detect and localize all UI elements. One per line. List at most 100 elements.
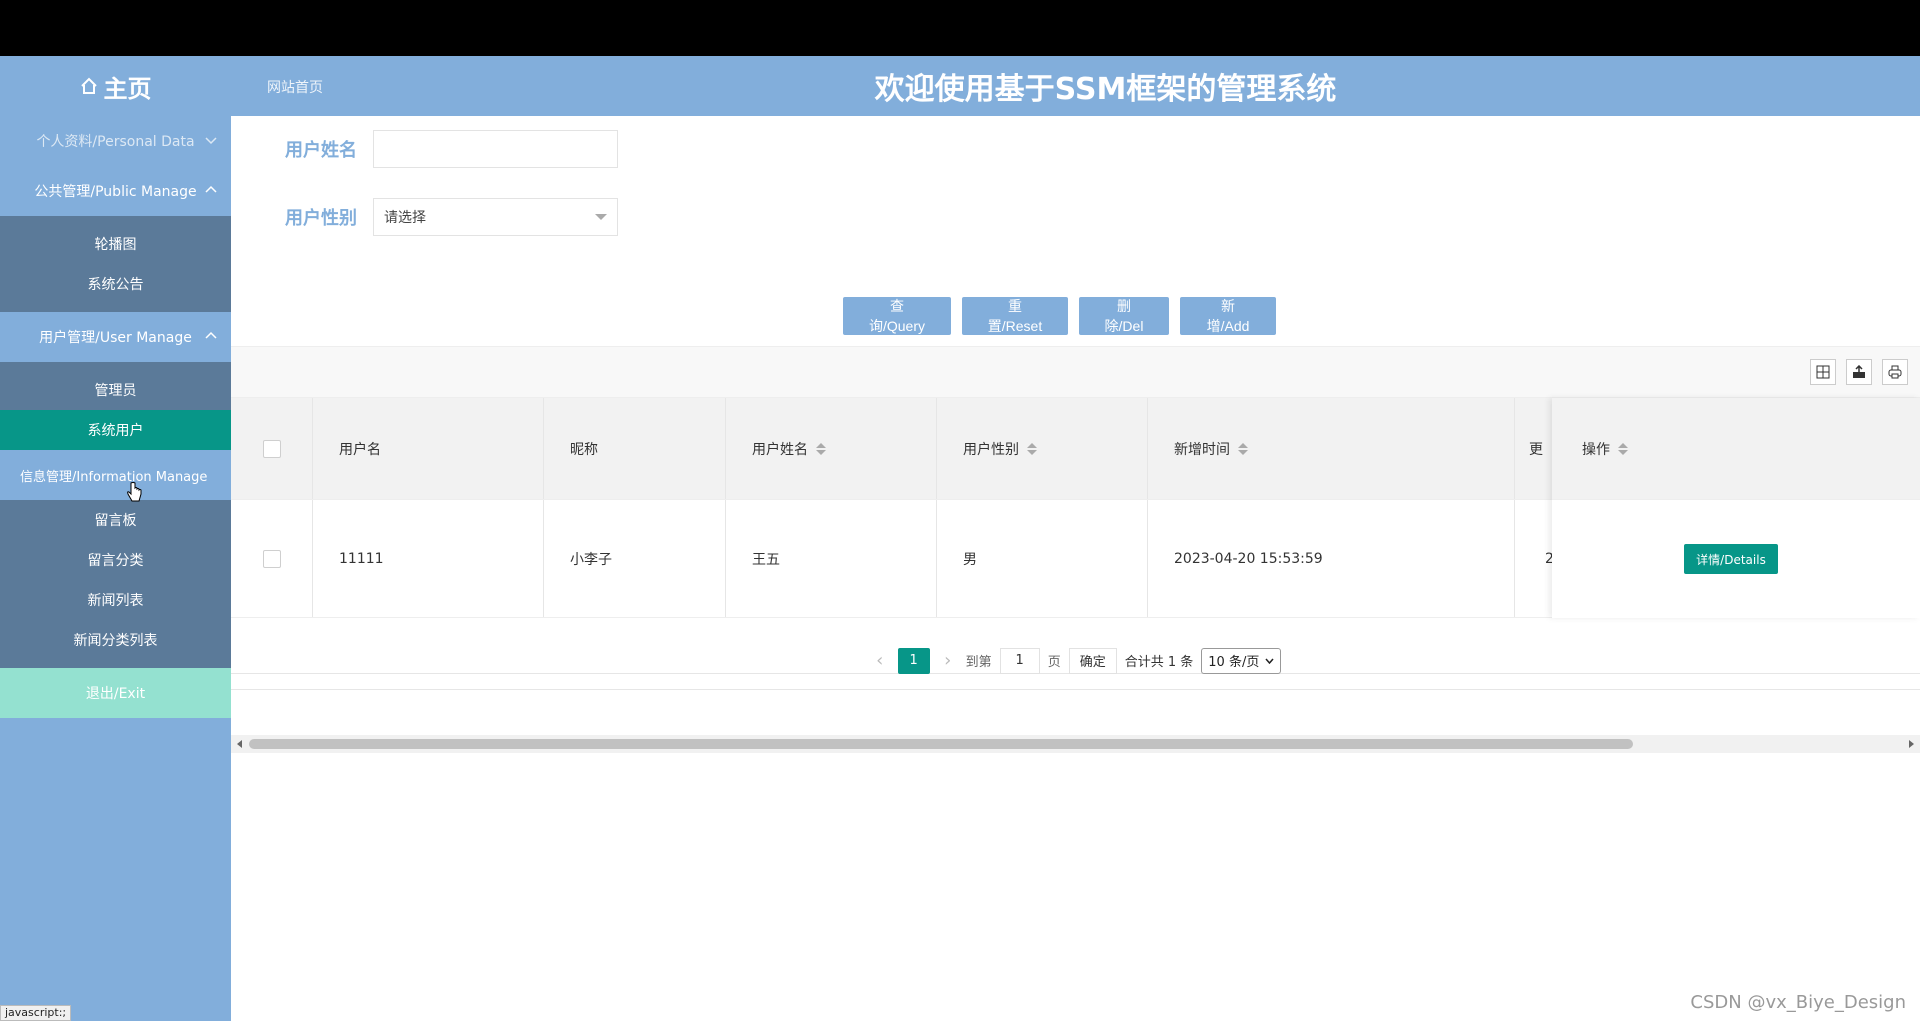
goto-confirm-button[interactable]: 确定 [1068,647,1117,674]
gender-label: 用户性别 [285,208,357,229]
chevron-down-icon [205,137,217,145]
delete-button[interactable]: 删除/Del [1079,297,1169,335]
home-link[interactable]: 主页 [0,56,231,116]
menu-group-public-manage[interactable]: 公共管理/Public Manage [0,166,231,216]
total-count: 合计共 1 条 [1124,655,1194,670]
search-row-gender: 用户性别 请选择 [285,198,618,236]
export-icon [1853,365,1865,378]
pagination: ‹ 1 › 到第 1 页 确定 合计共 1 条 10 条/页 [231,632,1920,690]
action-cell: 详情/Details [1552,500,1920,618]
details-button[interactable]: 详情/Details [1684,544,1778,574]
goto-label: 到第 [965,655,992,670]
cell-nickname: 小李子 [544,500,726,617]
sort-icon[interactable] [1238,442,1248,455]
col-realname[interactable]: 用户姓名 [726,398,937,499]
chevron-down-icon [1265,658,1274,664]
hand-cursor-icon [127,482,142,502]
menu-group-label: 信息管理/Information Manage [20,469,208,485]
column-header: 昵称 [570,441,598,458]
menu-group-label: 个人资料/Personal Data [36,134,195,150]
scrollbar-thumb[interactable] [249,739,1633,749]
fixed-action-column: 操作 详情/Details [1552,398,1920,618]
data-table: 用户名 昵称 用户姓名 用户性别 新增时间 更 11111 小李子 王五 男 2… [231,346,1920,753]
print-button[interactable] [1882,359,1908,385]
column-header: 用户性别 [963,441,1019,458]
sidebar: 个人资料/Personal Data 公共管理/Public Manage 轮播… [0,116,231,1021]
horizontal-scrollbar[interactable] [231,735,1920,753]
row-select-cell [231,500,313,617]
cell-realname: 王五 [726,500,937,617]
page-size-value: 10 条/页 [1208,655,1260,670]
sidebar-item-carousel[interactable]: 轮播图 [0,224,231,264]
cell-created: 2023-04-20 15:53:59 [1148,500,1515,617]
columns-filter-button[interactable] [1810,359,1836,385]
grid-icon [1816,365,1830,379]
action-bar: 查询/Query 重置/Reset 删除/Del 新增/Add [843,297,1276,335]
print-icon [1888,365,1902,379]
page-title: 欢迎使用基于SSM框架的管理系统 [874,72,1337,107]
menu-group-label: 公共管理/Public Manage [34,184,197,200]
menu-group-personal-data[interactable]: 个人资料/Personal Data [0,116,231,166]
column-header: 用户名 [339,441,381,458]
sidebar-item-message-board[interactable]: 留言板 [0,500,231,540]
export-button[interactable] [1846,359,1872,385]
watermark: CSDN @vx_Biye_Design [1690,992,1906,1013]
gender-select-value: 请选择 [384,210,426,226]
main-content: 用户姓名 用户性别 请选择 查询/Query 重置/Reset 删除/Del 新… [231,116,1920,1021]
table-toolbar [231,346,1920,398]
scroll-left-icon[interactable] [237,740,242,748]
caret-down-icon [595,214,607,220]
goto-page-input[interactable]: 1 [999,647,1040,674]
reset-button[interactable]: 重置/Reset [962,297,1068,335]
col-username: 用户名 [313,398,544,499]
row-checkbox[interactable] [262,549,281,568]
chevron-up-icon [205,185,217,193]
chevron-up-icon [205,331,217,339]
col-nickname: 昵称 [544,398,726,499]
next-page-icon[interactable]: › [938,650,958,671]
menu-group-information-manage[interactable]: 信息管理/Information Manage [0,450,231,500]
sidebar-item-announcement[interactable]: 系统公告 [0,264,231,304]
sort-icon[interactable] [816,442,826,455]
sort-icon[interactable] [1027,442,1037,455]
prev-page-icon[interactable]: ‹ [870,650,890,671]
search-row-name: 用户姓名 [285,130,618,168]
sidebar-item-message-category[interactable]: 留言分类 [0,540,231,580]
app-header: 主页 网站首页 欢迎使用基于SSM框架的管理系统 [0,56,1920,116]
menu-group-label: 用户管理/User Manage [39,330,192,346]
cell-username: 11111 [313,500,544,617]
scroll-right-icon[interactable] [1909,740,1914,748]
add-button[interactable]: 新增/Add [1180,297,1276,335]
column-header: 操作 [1582,441,1610,458]
name-input[interactable] [373,130,618,168]
cell-gender: 男 [937,500,1148,617]
select-all-checkbox[interactable] [262,439,281,458]
sidebar-item-system-user[interactable]: 系统用户 [0,410,231,450]
page-unit: 页 [1047,655,1061,670]
status-tooltip: javascript:; [0,1005,72,1021]
sidebar-item-news-list[interactable]: 新闻列表 [0,580,231,620]
browser-top-bar [0,0,1920,56]
name-label: 用户姓名 [285,140,357,161]
col-created[interactable]: 新增时间 [1148,398,1515,499]
col-action[interactable]: 操作 [1552,398,1920,500]
home-label: 主页 [103,74,152,103]
exit-button[interactable]: 退出/Exit [0,668,231,718]
select-all-cell [231,398,313,499]
home-icon [80,77,97,94]
column-header: 更 [1529,441,1543,458]
page-size-select[interactable]: 10 条/页 [1201,647,1282,674]
submenu-information-manage: 留言板 留言分类 新闻列表 新闻分类列表 [0,500,231,668]
menu-group-user-manage[interactable]: 用户管理/User Manage [0,312,231,362]
col-gender[interactable]: 用户性别 [937,398,1148,499]
sort-icon[interactable] [1618,442,1628,455]
submenu-public-manage: 轮播图 系统公告 [0,216,231,312]
current-page[interactable]: 1 [897,647,930,674]
column-header: 新增时间 [1174,441,1230,458]
gender-select[interactable]: 请选择 [373,198,618,236]
sidebar-item-admin[interactable]: 管理员 [0,370,231,410]
submenu-user-manage: 管理员 系统用户 [0,362,231,450]
column-header: 用户姓名 [752,441,808,458]
sidebar-item-news-category[interactable]: 新闻分类列表 [0,620,231,660]
query-button[interactable]: 查询/Query [843,297,951,335]
